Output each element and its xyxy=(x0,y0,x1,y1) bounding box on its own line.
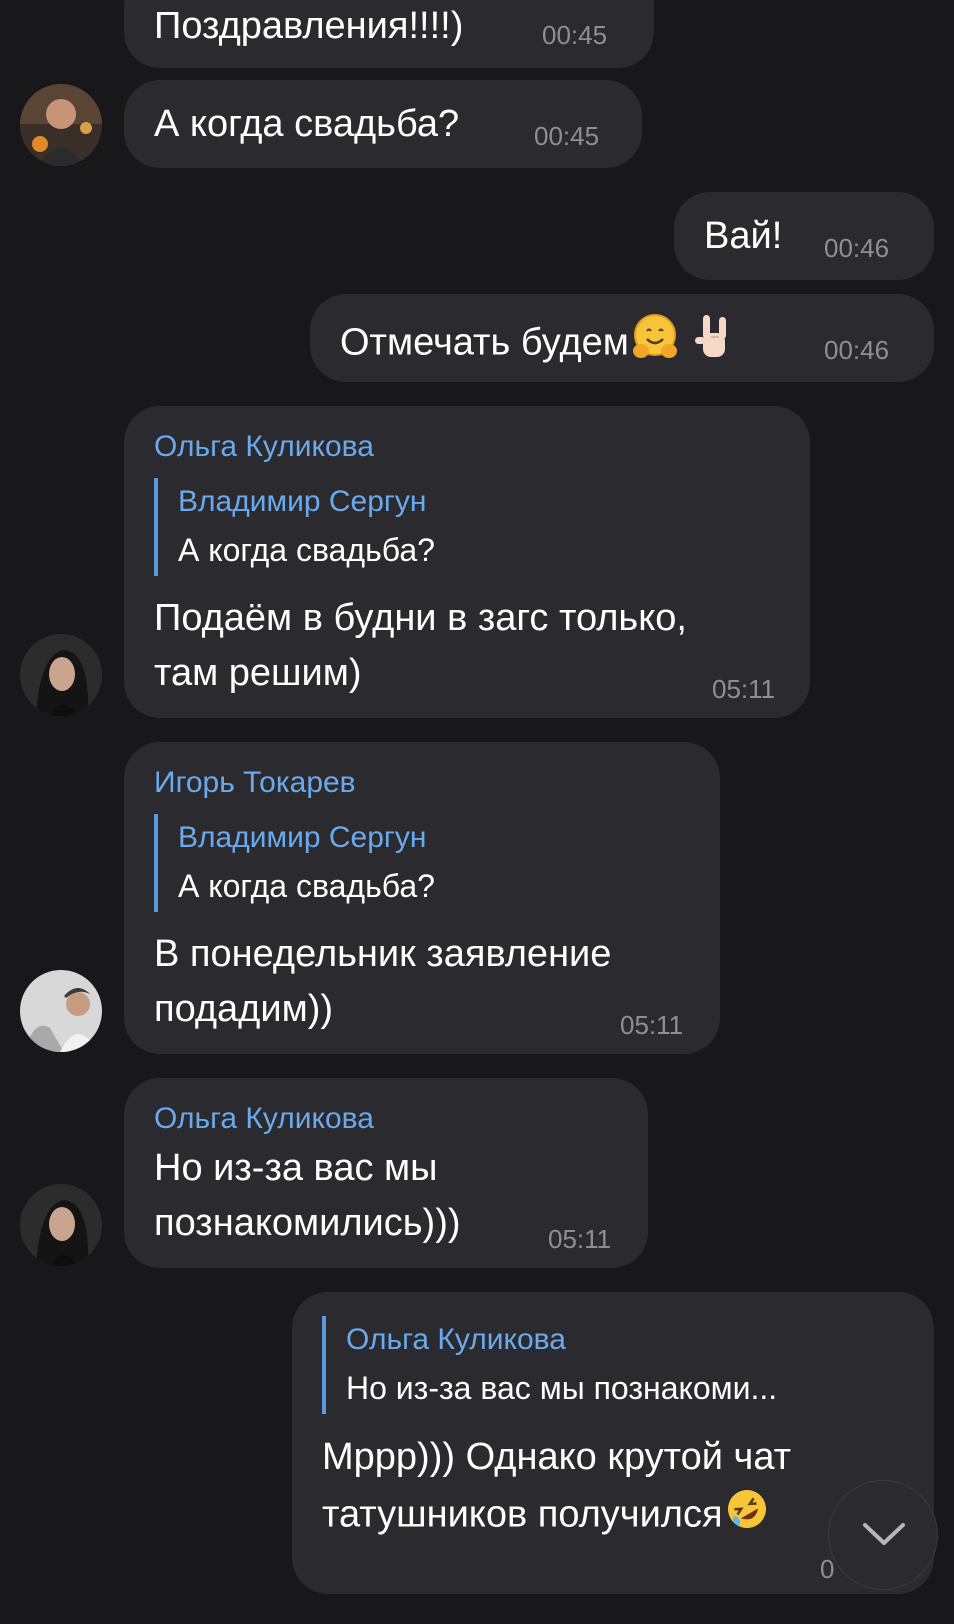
message-time: 05:11 xyxy=(712,674,776,704)
reply-text: Но из-за вас мы познакоми... xyxy=(346,1370,778,1406)
avatar-igor[interactable] xyxy=(20,970,102,1052)
sign-of-horns-emoji xyxy=(691,311,735,378)
message-text-line: В понедельник заявление xyxy=(154,933,612,975)
message-time-partial: 0 xyxy=(820,1554,835,1584)
reply-quote[interactable]: Владимир Сергун А когда свадьба? xyxy=(154,478,714,576)
rolling-on-floor-laughing-emoji xyxy=(723,1485,771,1548)
message-bubble-outgoing[interactable]: Отмечать будем 00:46 xyxy=(310,294,934,382)
message-time: 00:46 xyxy=(824,233,890,263)
hugging-face-emoji xyxy=(629,311,681,378)
reply-quote[interactable]: Владимир Сергун А когда свадьба? xyxy=(154,814,674,912)
message-text-line: познакомились))) xyxy=(154,1202,461,1244)
message-text: Поздравления!!!!) xyxy=(154,5,464,47)
message-bubble[interactable]: Поздравления!!!!) 00:45 xyxy=(124,0,654,68)
message-text-content: татушников получился xyxy=(322,1493,723,1536)
message-bubble-outgoing[interactable]: Вай! 00:46 xyxy=(674,192,934,280)
sender-name: Игорь Токарев xyxy=(154,766,356,799)
message-text: А когда свадьба? xyxy=(154,103,460,145)
message-text-line: подадим)) xyxy=(154,988,334,1030)
reply-author: Ольга Куликова xyxy=(346,1323,566,1356)
message-time: 05:11 xyxy=(548,1224,612,1254)
message-text-line: Но из-за вас мы xyxy=(154,1147,438,1189)
reply-quote[interactable]: Ольга Куликова Но из-за вас мы познакоми… xyxy=(322,1316,902,1414)
reply-text: А когда свадьба? xyxy=(178,532,435,568)
avatar-olga[interactable] xyxy=(20,634,102,716)
reply-author: Владимир Сергун xyxy=(178,485,427,518)
avatar-olga[interactable] xyxy=(20,1184,102,1266)
message-bubble[interactable]: А когда свадьба? 00:45 xyxy=(124,80,642,168)
message-text-line: Мррр))) Однако крутой чат xyxy=(322,1436,792,1478)
message-time: 00:46 xyxy=(824,335,890,365)
message-bubble[interactable]: Игорь Токарев Владимир Сергун А когда св… xyxy=(124,742,720,1054)
message-text-line: Подаём в будни в загс только, xyxy=(154,597,687,639)
message-bubble[interactable]: Ольга Куликова Но из-за вас мы познакоми… xyxy=(124,1078,648,1268)
message-text: Вай! xyxy=(704,215,783,257)
message-bubble[interactable]: Ольга Куликова Владимир Сергун А когда с… xyxy=(124,406,810,718)
chevron-down-icon xyxy=(863,1523,905,1545)
scroll-to-bottom-button[interactable] xyxy=(828,1480,938,1590)
sender-name: Ольга Куликова xyxy=(154,1102,374,1135)
message-time: 00:45 xyxy=(542,20,608,50)
sender-name: Ольга Куликова xyxy=(154,430,374,463)
avatar-vladimir[interactable] xyxy=(20,84,102,166)
reply-text: А когда свадьба? xyxy=(178,868,435,904)
message-time: 00:45 xyxy=(534,121,600,151)
message-text: Отмечать будем xyxy=(340,311,735,378)
message-time: 05:11 xyxy=(620,1010,684,1040)
message-text-line: татушников получился xyxy=(322,1485,771,1548)
reply-author: Владимир Сергун xyxy=(178,821,427,854)
message-text-line: там решим) xyxy=(154,652,362,694)
message-text-content: Отмечать будем xyxy=(340,321,629,364)
